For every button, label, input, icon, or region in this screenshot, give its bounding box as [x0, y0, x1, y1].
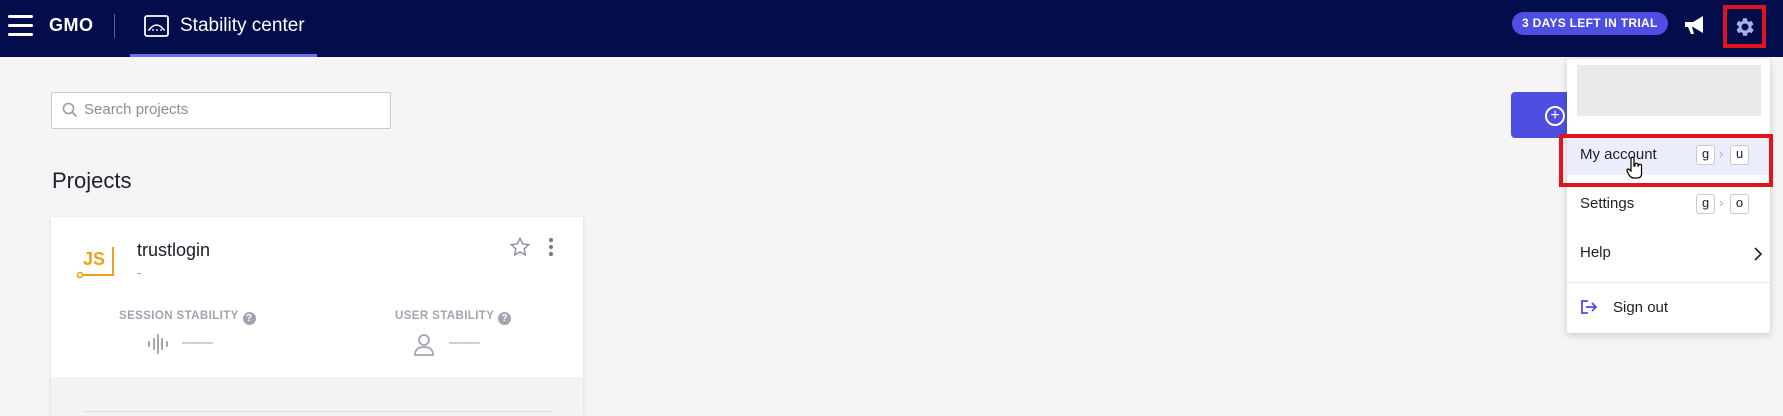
- gear-icon: [1736, 18, 1754, 36]
- menu-item-sign-out[interactable]: Sign out: [1567, 288, 1770, 328]
- highlight-box: [1559, 134, 1773, 187]
- star-icon[interactable]: [509, 236, 531, 258]
- session-stability-label: SESSION STABILITY?: [119, 310, 256, 325]
- user-stability-value: ——: [449, 334, 480, 351]
- user-stability-label: USER STABILITY?: [395, 310, 512, 325]
- settings-gear-button[interactable]: [1723, 5, 1766, 48]
- search-icon: [62, 102, 78, 118]
- menu-item-help[interactable]: Help: [1567, 233, 1770, 273]
- search-input[interactable]: [84, 101, 374, 118]
- menu-item-label: Settings: [1580, 195, 1635, 212]
- divider: [83, 411, 551, 412]
- more-options-icon[interactable]: [548, 238, 554, 258]
- hand-cursor-icon: [1626, 156, 1643, 179]
- projects-heading: Projects: [52, 168, 132, 193]
- shortcut-separator: ›: [1719, 195, 1724, 210]
- project-card[interactable]: JS trustlogin - SESSION STABILITY? —— US…: [51, 217, 583, 416]
- chevron-right-icon: [1754, 247, 1763, 261]
- project-name[interactable]: trustlogin: [137, 240, 210, 261]
- account-dropdown-menu: My account g › u Settings g › o Help Sig…: [1567, 59, 1770, 333]
- divider: [114, 14, 115, 38]
- profile-placeholder: [1577, 65, 1761, 116]
- trial-badge[interactable]: 3 DAYS LEFT IN TRIAL: [1512, 12, 1668, 35]
- menu-item-settings[interactable]: Settings g › o: [1567, 184, 1770, 224]
- shortcut-key: g: [1696, 194, 1715, 214]
- project-subtitle: -: [137, 265, 142, 280]
- session-stability-value: ——: [182, 334, 213, 351]
- app-nav-stability-center[interactable]: Stability center: [130, 0, 317, 57]
- app-title: Stability center: [180, 15, 305, 36]
- javascript-logo-icon: JS: [76, 247, 116, 279]
- help-icon[interactable]: ?: [242, 312, 256, 325]
- search-box[interactable]: [51, 92, 391, 129]
- plus-circle-icon: +: [1545, 106, 1565, 126]
- megaphone-icon[interactable]: [1683, 14, 1707, 36]
- hamburger-menu-icon[interactable]: [8, 15, 33, 37]
- org-name[interactable]: GMO: [49, 15, 94, 36]
- stability-center-icon: [144, 15, 169, 37]
- user-icon: [414, 334, 434, 356]
- help-icon[interactable]: ?: [498, 312, 512, 325]
- session-waveform-icon: [148, 334, 168, 354]
- top-nav-bar: GMO Stability center 3 DAYS LEFT IN TRIA…: [0, 0, 1783, 57]
- sign-out-icon: [1581, 300, 1598, 314]
- logo-text: JS: [83, 249, 106, 269]
- menu-item-label: Help: [1580, 244, 1611, 261]
- divider: [1567, 282, 1770, 283]
- menu-item-label: Sign out: [1613, 299, 1669, 316]
- shortcut-key: o: [1730, 194, 1749, 214]
